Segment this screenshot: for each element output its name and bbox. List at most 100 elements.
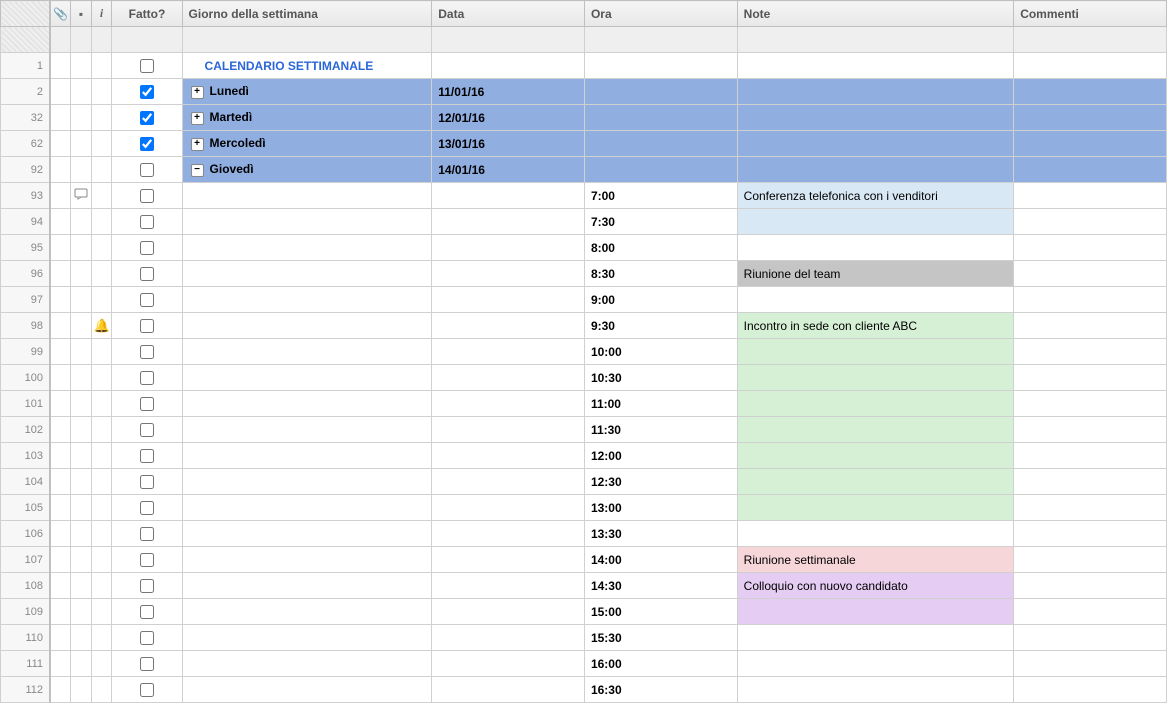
comment-cell[interactable] — [1014, 651, 1167, 677]
done-checkbox-cell[interactable] — [112, 651, 182, 677]
info-cell[interactable] — [91, 417, 112, 443]
done-checkbox-cell[interactable] — [112, 183, 182, 209]
comment-cell[interactable] — [71, 625, 92, 651]
attachment-cell[interactable] — [50, 547, 71, 573]
note-cell[interactable] — [737, 443, 1014, 469]
rownum-cell[interactable] — [1, 27, 51, 53]
time-cell[interactable]: 15:30 — [584, 625, 737, 651]
info-cell[interactable] — [91, 105, 112, 131]
cell[interactable] — [182, 625, 432, 651]
cell[interactable] — [432, 573, 585, 599]
comment-cell[interactable] — [71, 105, 92, 131]
cell[interactable] — [432, 625, 585, 651]
cell[interactable] — [182, 209, 432, 235]
cell[interactable] — [432, 521, 585, 547]
cell[interactable] — [584, 105, 737, 131]
note-cell[interactable] — [737, 209, 1014, 235]
attachment-cell[interactable] — [50, 53, 71, 79]
note-cell[interactable]: Riunione del team — [737, 261, 1014, 287]
done-checkbox[interactable] — [140, 579, 154, 593]
done-checkbox-cell[interactable] — [112, 599, 182, 625]
info-cell[interactable] — [91, 365, 112, 391]
rownum-cell[interactable]: 107 — [1, 547, 51, 573]
done-checkbox[interactable] — [140, 241, 154, 255]
comment-cell[interactable] — [1014, 495, 1167, 521]
comment-cell[interactable] — [1014, 339, 1167, 365]
comment-cell[interactable] — [1014, 417, 1167, 443]
cell[interactable] — [182, 573, 432, 599]
done-checkbox[interactable] — [140, 631, 154, 645]
time-cell[interactable]: 12:30 — [584, 469, 737, 495]
cell[interactable] — [432, 339, 585, 365]
rownum-cell[interactable]: 108 — [1, 573, 51, 599]
done-checkbox[interactable] — [140, 475, 154, 489]
rownum-cell[interactable]: 97 — [1, 287, 51, 313]
info-cell[interactable] — [91, 183, 112, 209]
done-checkbox-cell[interactable] — [112, 235, 182, 261]
expand-toggle[interactable]: + — [191, 138, 204, 151]
done-checkbox[interactable] — [140, 371, 154, 385]
time-cell[interactable]: 11:30 — [584, 417, 737, 443]
time-cell[interactable]: 14:00 — [584, 547, 737, 573]
done-checkbox-cell[interactable] — [112, 625, 182, 651]
time-slot-row[interactable]: 947:30 — [1, 209, 1167, 235]
comment-cell[interactable] — [71, 365, 92, 391]
done-checkbox-cell[interactable] — [112, 261, 182, 287]
note-cell[interactable] — [737, 339, 1014, 365]
info-cell[interactable] — [91, 209, 112, 235]
cell[interactable] — [432, 391, 585, 417]
note-cell[interactable] — [737, 651, 1014, 677]
cell[interactable] — [737, 105, 1014, 131]
comment-cell[interactable] — [71, 209, 92, 235]
cell[interactable] — [182, 365, 432, 391]
done-checkbox-cell[interactable] — [112, 417, 182, 443]
comment-cell[interactable] — [71, 53, 92, 79]
time-slot-row[interactable]: 10312:00 — [1, 443, 1167, 469]
cell[interactable] — [182, 495, 432, 521]
time-cell[interactable]: 16:30 — [584, 677, 737, 703]
cell[interactable] — [1014, 79, 1167, 105]
cell[interactable] — [737, 79, 1014, 105]
comment-cell[interactable] — [71, 677, 92, 703]
time-cell[interactable]: 15:00 — [584, 599, 737, 625]
attachment-cell[interactable] — [50, 261, 71, 287]
done-checkbox-cell[interactable] — [112, 105, 182, 131]
attachment-cell[interactable] — [50, 573, 71, 599]
cell[interactable] — [182, 391, 432, 417]
rownum-cell[interactable]: 32 — [1, 105, 51, 131]
comment-cell[interactable] — [1014, 183, 1167, 209]
col-rownum[interactable] — [1, 1, 51, 27]
info-cell[interactable] — [91, 287, 112, 313]
cell[interactable] — [182, 417, 432, 443]
comment-cell[interactable] — [71, 79, 92, 105]
time-cell[interactable]: 11:00 — [584, 391, 737, 417]
note-cell[interactable]: Riunione settimanale — [737, 547, 1014, 573]
col-attachment[interactable]: 📎 — [50, 1, 71, 27]
cell[interactable] — [71, 27, 92, 53]
note-cell[interactable] — [737, 365, 1014, 391]
cell[interactable] — [432, 365, 585, 391]
day-date-cell[interactable]: 13/01/16 — [432, 131, 585, 157]
rownum-cell[interactable]: 98 — [1, 313, 51, 339]
done-checkbox[interactable] — [140, 111, 154, 125]
info-cell[interactable] — [91, 573, 112, 599]
comment-cell[interactable] — [1014, 599, 1167, 625]
note-cell[interactable] — [737, 391, 1014, 417]
expand-toggle[interactable]: + — [191, 86, 204, 99]
time-slot-row[interactable]: 10915:00 — [1, 599, 1167, 625]
cell[interactable] — [737, 131, 1014, 157]
comment-cell[interactable] — [1014, 313, 1167, 339]
rownum-cell[interactable]: 106 — [1, 521, 51, 547]
cell[interactable] — [584, 79, 737, 105]
day-name-cell[interactable]: +Lunedì — [182, 79, 432, 105]
note-cell[interactable] — [737, 677, 1014, 703]
cell[interactable] — [432, 235, 585, 261]
done-checkbox-cell[interactable] — [112, 391, 182, 417]
rownum-cell[interactable]: 105 — [1, 495, 51, 521]
done-checkbox[interactable] — [140, 683, 154, 697]
time-slot-row[interactable]: 107 14:00Riunione settimanale — [1, 547, 1167, 573]
time-slot-row[interactable]: 968:30Riunione del team — [1, 261, 1167, 287]
day-name-cell[interactable]: +Martedì — [182, 105, 432, 131]
cell[interactable] — [91, 27, 112, 53]
comment-cell[interactable] — [71, 261, 92, 287]
